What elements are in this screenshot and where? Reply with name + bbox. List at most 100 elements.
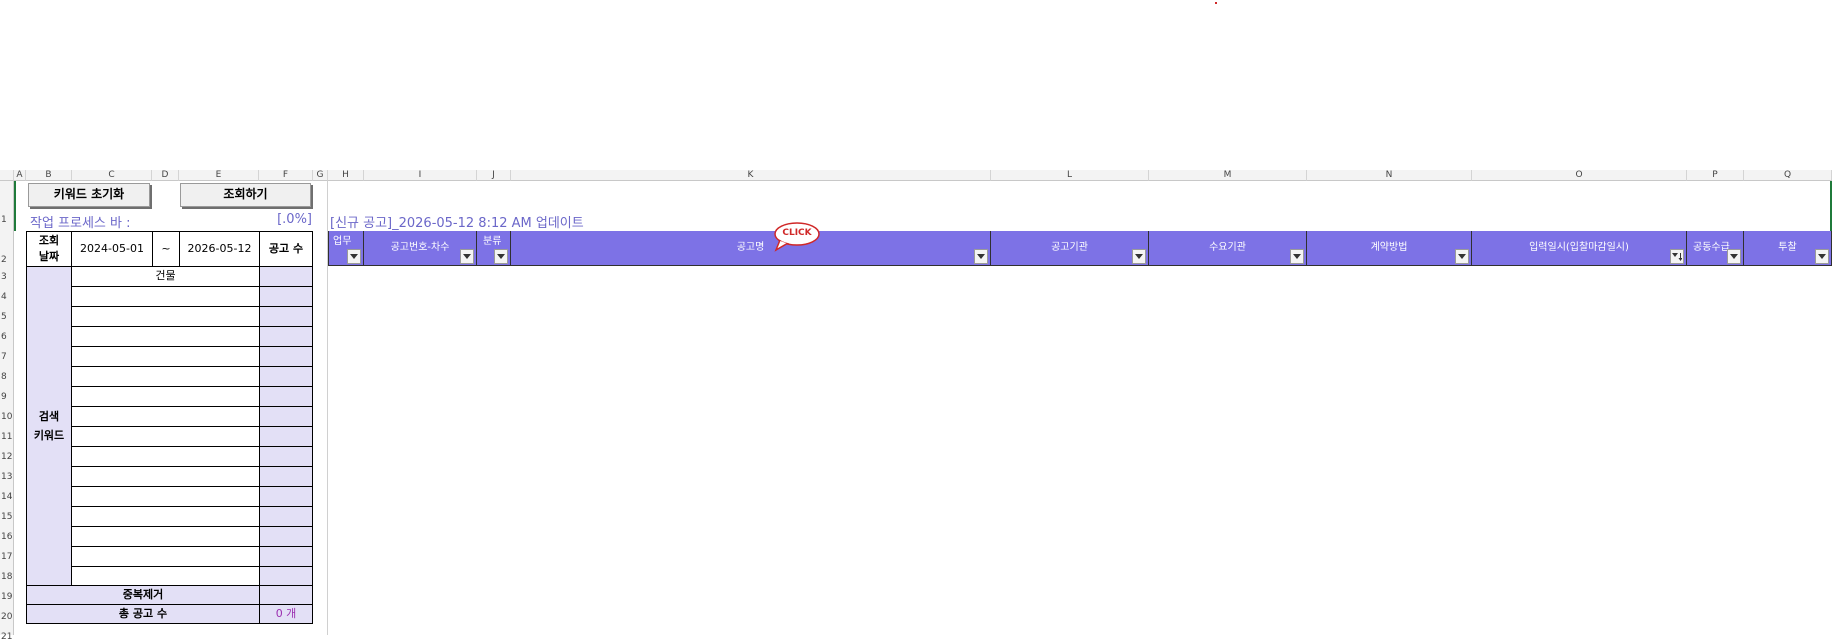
row-number-13[interactable]: 13 xyxy=(0,472,14,482)
keyword-count-cell xyxy=(259,466,313,487)
dropdown-arrow-icon xyxy=(1818,254,1826,259)
keyword-input[interactable] xyxy=(71,286,260,307)
th-joint-supply-label: 공동수급 xyxy=(1693,242,1730,253)
filter-notice-number-button[interactable] xyxy=(460,249,474,264)
total-label: 총 공고 수 xyxy=(26,604,260,624)
row-number-20[interactable]: 20 xyxy=(0,612,14,622)
row-number-11[interactable]: 11 xyxy=(0,432,14,442)
th-bid-label: 투찰 xyxy=(1778,242,1797,253)
column-header-p[interactable]: P xyxy=(1687,170,1744,181)
dropdown-arrow-icon xyxy=(497,254,505,259)
th-demand-agency-label: 수요기관 xyxy=(1209,242,1246,253)
column-header-l[interactable]: L xyxy=(991,170,1149,181)
select-all-corner[interactable] xyxy=(0,170,14,181)
row-number-3[interactable]: 3 xyxy=(0,272,14,282)
keyword-count-cell xyxy=(259,346,313,367)
keyword-input[interactable]: 건물 xyxy=(71,266,260,287)
row-number-4[interactable]: 4 xyxy=(0,292,14,302)
row-number-14[interactable]: 14 xyxy=(0,492,14,502)
filter-notice-name-button[interactable] xyxy=(974,249,988,264)
keyword-count-cell xyxy=(259,486,313,507)
filter-demand-agency-button[interactable] xyxy=(1290,249,1304,264)
click-callout[interactable]: CLICK xyxy=(774,222,820,252)
row-number-5[interactable]: 5 xyxy=(0,312,14,322)
dedup-count-cell xyxy=(259,585,313,605)
row-number-8[interactable]: 8 xyxy=(0,372,14,382)
th-demand-agency: 수요기관 xyxy=(1149,231,1307,266)
keyword-input[interactable] xyxy=(71,526,260,547)
column-header-g[interactable]: G xyxy=(313,170,328,181)
filter-agency-button[interactable] xyxy=(1132,249,1146,264)
keyword-input[interactable] xyxy=(71,546,260,567)
column-header-d[interactable]: D xyxy=(152,170,179,181)
row-number-19[interactable]: 19 xyxy=(0,592,14,602)
keyword-label-cell: 검색 키워드 xyxy=(26,266,72,586)
column-header-k[interactable]: K xyxy=(511,170,991,181)
row-number-15[interactable]: 15 xyxy=(0,512,14,522)
keyword-reset-button[interactable]: 키워드 초기화 xyxy=(28,183,150,207)
column-header-c[interactable]: C xyxy=(72,170,152,181)
dropdown-arrow-icon xyxy=(463,254,471,259)
row-number-18[interactable]: 18 xyxy=(0,572,14,582)
column-header-n[interactable]: N xyxy=(1307,170,1472,181)
column-header-h[interactable]: H xyxy=(328,170,364,181)
th-input-datetime-label: 입력일시(입찰마감일시) xyxy=(1529,242,1629,253)
end-date-input[interactable]: 2026-05-12 xyxy=(179,231,260,267)
row-number-7[interactable]: 7 xyxy=(0,352,14,362)
sort-descending-icon xyxy=(1672,253,1682,261)
row-number-1[interactable]: 1 xyxy=(0,215,14,225)
keyword-input[interactable] xyxy=(71,466,260,487)
keyword-input[interactable] xyxy=(71,566,260,587)
keyword-count-cell xyxy=(259,426,313,447)
keyword-input[interactable] xyxy=(71,326,260,347)
column-header-m[interactable]: M xyxy=(1149,170,1307,181)
column-header-b[interactable]: B xyxy=(26,170,72,181)
keyword-label-line2: 키워드 xyxy=(33,429,65,442)
keyword-input[interactable] xyxy=(71,406,260,427)
keyword-input[interactable] xyxy=(71,426,260,447)
keyword-input[interactable] xyxy=(71,306,260,327)
filter-category-button[interactable] xyxy=(494,249,508,264)
column-header-f[interactable]: F xyxy=(259,170,313,181)
column-header-a[interactable]: A xyxy=(14,170,26,181)
row-number-9[interactable]: 9 xyxy=(0,392,14,402)
keyword-input[interactable] xyxy=(71,486,260,507)
column-header-i[interactable]: I xyxy=(364,170,477,181)
row-number-21[interactable]: 21 xyxy=(0,632,14,642)
row-number-12[interactable]: 12 xyxy=(0,452,14,462)
th-agency-label: 공고기관 xyxy=(1051,242,1088,253)
row-header-strip xyxy=(0,181,14,635)
dropdown-arrow-icon xyxy=(1458,254,1466,259)
update-status-text: [신규 공고]_2026-05-12 8:12 AM 업데이트 xyxy=(330,216,584,231)
keyword-count-cell xyxy=(259,546,313,567)
filter-business-button[interactable] xyxy=(347,249,361,264)
th-notice-name-label: 공고명 xyxy=(736,242,765,253)
keyword-count-cell xyxy=(259,386,313,407)
row-number-16[interactable]: 16 xyxy=(0,532,14,542)
row-number-2[interactable]: 2 xyxy=(0,255,14,265)
filter-contract-method-button[interactable] xyxy=(1455,249,1469,264)
keyword-input[interactable] xyxy=(71,446,260,467)
column-header-q[interactable]: Q xyxy=(1744,170,1832,181)
column-header-j[interactable]: J xyxy=(477,170,511,181)
keyword-input[interactable] xyxy=(71,506,260,527)
dropdown-arrow-icon xyxy=(1135,254,1143,259)
keyword-input[interactable] xyxy=(71,346,260,367)
row-number-6[interactable]: 6 xyxy=(0,332,14,342)
filter-joint-supply-button[interactable] xyxy=(1727,249,1741,264)
progress-label: 작업 프로세스 바 : xyxy=(30,216,131,231)
row-number-17[interactable]: 17 xyxy=(0,552,14,562)
keyword-input[interactable] xyxy=(71,366,260,387)
th-contract-method: 계약방법 xyxy=(1307,231,1472,266)
column-header-o[interactable]: O xyxy=(1472,170,1687,181)
search-button[interactable]: 조회하기 xyxy=(180,183,311,207)
keyword-label-line1: 검색 xyxy=(38,410,60,423)
dedup-button[interactable]: 중복제거 xyxy=(26,585,260,605)
filter-bid-button[interactable] xyxy=(1815,249,1829,264)
column-header-e[interactable]: E xyxy=(179,170,259,181)
start-date-input[interactable]: 2024-05-01 xyxy=(71,231,153,267)
th-agency: 공고기관 xyxy=(991,231,1149,266)
keyword-input[interactable] xyxy=(71,386,260,407)
row-number-10[interactable]: 10 xyxy=(0,412,14,422)
sort-filter-input-datetime-button[interactable] xyxy=(1670,249,1684,264)
